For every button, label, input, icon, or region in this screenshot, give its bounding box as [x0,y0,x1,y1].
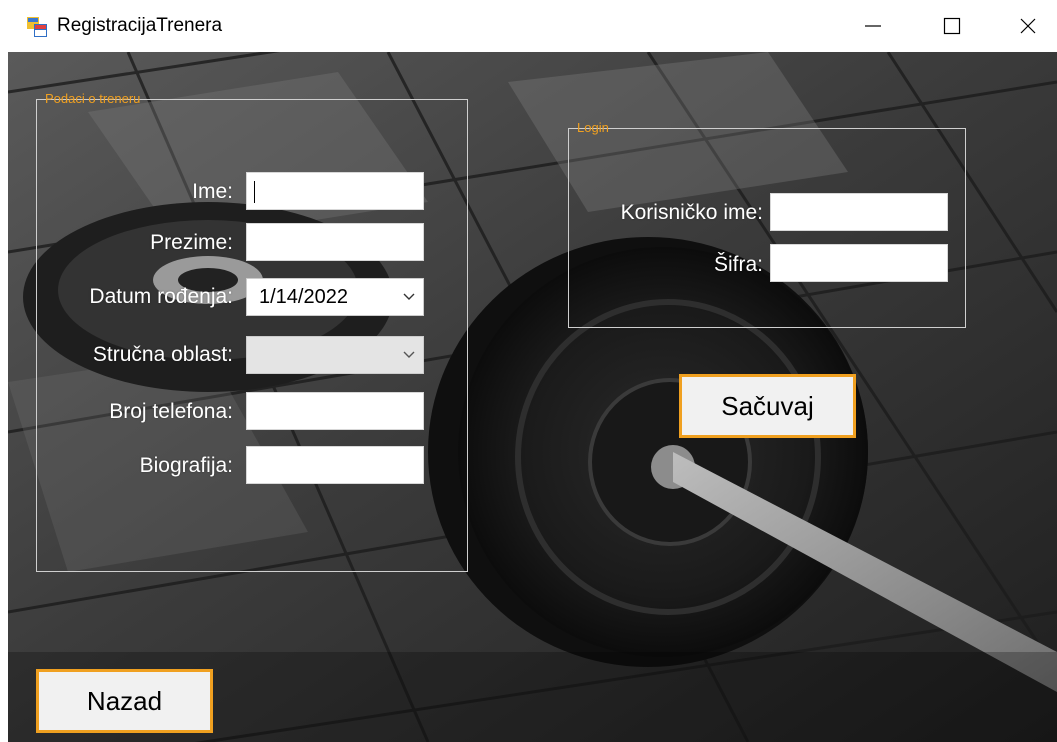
prezime-label: Prezime: [150,231,233,254]
chevron-down-icon[interactable] [403,351,415,359]
app-icon [27,17,47,37]
korisnicko-ime-input[interactable] [770,193,948,231]
broj-telefona-input[interactable] [246,392,424,430]
form-client-area: Podaci o treneru Ime: Prezime: Datum rođ… [8,52,1057,742]
window-title: RegistracijaTrenera [57,15,223,36]
ime-input[interactable] [246,172,424,210]
back-button[interactable]: Nazad [36,669,213,733]
registracija-trenera-window: RegistracijaTrenera Podaci o treneru Ime… [0,0,1057,742]
datum-rodjenja-picker[interactable]: 1/14/2022 [246,278,424,316]
sifra-label: Šifra: [713,253,763,276]
prezime-input[interactable] [246,223,424,261]
sifra-input[interactable] [770,244,948,282]
back-button-label: Nazad [86,685,163,716]
login-groupbox-title: Login [577,120,609,135]
title-bar[interactable]: RegistracijaTrenera [0,0,1057,52]
datum-rodjenja-value: 1/14/2022 [259,286,348,308]
maximize-button[interactable] [924,0,980,52]
biografija-label: Biografija: [139,454,233,477]
save-button-label: Sačuvaj [721,390,814,421]
save-button[interactable]: Sačuvaj [679,374,856,438]
strucna-oblast-label: Stručna oblast: [92,343,233,366]
broj-telefona-label: Broj telefona: [109,400,233,423]
datum-rodjenja-label: Datum rođenja: [89,285,233,308]
maximize-icon [943,17,961,35]
trainer-info-groupbox-title: Podaci o treneru [45,91,141,106]
ime-label: Ime: [192,180,233,203]
text-caret [254,181,255,203]
chevron-down-icon[interactable] [403,293,415,301]
close-button[interactable] [1000,0,1056,52]
minimize-icon [865,25,881,27]
strucna-oblast-dropdown[interactable] [246,336,424,374]
close-icon [1020,18,1036,34]
minimize-button[interactable] [845,0,901,52]
korisnicko-ime-label: Korisničko ime: [620,201,763,224]
biografija-input[interactable] [246,446,424,484]
